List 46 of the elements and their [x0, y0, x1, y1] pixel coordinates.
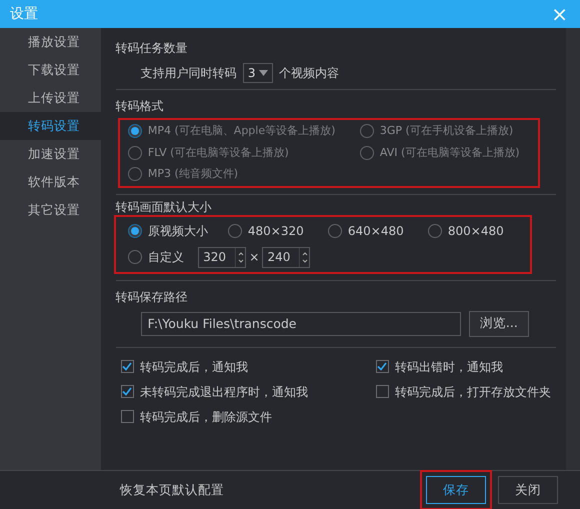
caret-icon [258, 70, 268, 76]
radio-button[interactable] [128, 250, 142, 264]
option-label[interactable]: 640×480 [348, 222, 404, 240]
number-spinner[interactable]: 240 [262, 246, 310, 268]
spin-arrows-icon[interactable] [299, 248, 310, 266]
checkbox-label[interactable]: 转码完成后，打开存放文件夹 [394, 382, 551, 400]
checkbox[interactable] [376, 385, 389, 398]
option-label[interactable]: 800×480 [448, 222, 504, 240]
field-label: 支持用户同时转码 [140, 65, 237, 82]
checkbox-label[interactable]: 转码完成后，删除源文件 [140, 408, 272, 426]
sidebar-item[interactable]: 下载设置 [0, 56, 101, 84]
section-title: 转码保存路径 [116, 288, 189, 306]
checkbox-label[interactable]: 转码完成后，通知我 [140, 358, 248, 376]
checkbox[interactable] [120, 410, 134, 423]
window-title: 设置 [10, 4, 38, 24]
sidebar-item[interactable]: 加速设置 [0, 140, 101, 168]
path-field[interactable]: F:\Youku Files\transcode [140, 312, 461, 336]
option-label[interactable]: 原视频大小 [148, 222, 208, 240]
checkbox-label[interactable]: 未转码完成退出程序时，通知我 [140, 382, 308, 400]
number-spinner[interactable]: 320 [198, 246, 246, 268]
spin-arrows-icon[interactable] [235, 248, 246, 266]
section-title: 转码画面默认大小 [116, 198, 213, 216]
sidebar-item[interactable]: 其它设置 [0, 196, 101, 224]
sidebar-item[interactable]: 上传设置 [0, 84, 101, 112]
times-sign: × [249, 249, 260, 266]
checkbox[interactable] [376, 360, 389, 373]
radio-button[interactable] [228, 224, 242, 238]
sidebar-item[interactable]: 播放设置 [0, 28, 101, 56]
checkbox[interactable] [120, 385, 134, 398]
checkbox-label[interactable]: 转码出错时，通知我 [394, 358, 503, 376]
field-label: 个视频内容 [278, 65, 339, 82]
option-label[interactable]: 自定义 [148, 248, 184, 266]
restore-link[interactable]: 恢复本页默认配置 [120, 480, 224, 500]
option-label[interactable]: 480×320 [248, 222, 304, 240]
section-title: 转码格式 [116, 98, 165, 115]
radio-button[interactable] [428, 224, 442, 238]
close-button[interactable]: 关闭 [498, 476, 558, 504]
count-dropdown[interactable]: 3 [242, 63, 273, 83]
save-button[interactable]: 保存 [426, 476, 486, 504]
radio-button[interactable] [328, 224, 342, 238]
sidebar-item[interactable]: 转码设置 [0, 112, 101, 140]
sidebar-item[interactable]: 软件版本 [0, 168, 101, 196]
radio-button[interactable] [128, 224, 142, 238]
section-title: 转码任务数量 [116, 40, 189, 57]
browse-button[interactable]: 浏览... [468, 310, 529, 336]
checkbox[interactable] [120, 360, 134, 373]
